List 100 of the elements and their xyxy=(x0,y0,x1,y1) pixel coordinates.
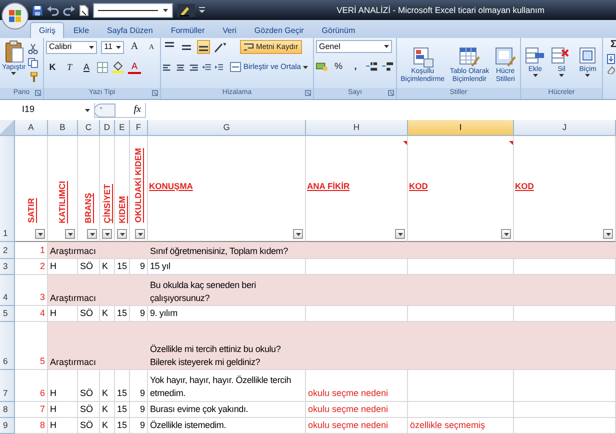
align-center-icon[interactable] xyxy=(176,62,185,72)
ribbon-tab[interactable]: Gözden Geçir xyxy=(245,22,313,38)
autosum-button[interactable]: Σ xyxy=(607,38,616,52)
font-name-field[interactable]: Calibri xyxy=(46,40,98,54)
filter-button[interactable] xyxy=(117,229,127,239)
column-header[interactable]: J xyxy=(514,120,616,136)
increase-indent-icon[interactable] xyxy=(214,62,224,72)
text-orientation-icon[interactable] xyxy=(214,42,228,52)
table-cell: 6 xyxy=(15,370,48,402)
bold-button[interactable]: K xyxy=(46,60,59,74)
caret-icon xyxy=(302,66,308,68)
align-right-icon[interactable] xyxy=(188,62,198,72)
document-icon[interactable] xyxy=(79,4,89,16)
table-cell: H xyxy=(48,418,78,434)
eraser-icon[interactable] xyxy=(607,66,615,74)
table-cell-text: Araştırmacı xyxy=(49,245,98,258)
ribbon-tab[interactable]: Giriş xyxy=(30,22,64,38)
caret-icon xyxy=(68,232,72,236)
column-heading: ANA FİKİR xyxy=(306,180,350,193)
caret-icon xyxy=(38,232,42,236)
row-header[interactable]: 8 xyxy=(0,402,15,418)
decrease-indent-icon[interactable] xyxy=(202,62,211,72)
filter-button[interactable] xyxy=(603,229,613,239)
filter-button[interactable] xyxy=(395,229,405,239)
fill-icon[interactable] xyxy=(607,54,615,64)
vertical-align-button[interactable] xyxy=(197,40,210,54)
column-header[interactable]: D xyxy=(100,120,115,136)
align-left-icon[interactable] xyxy=(163,62,172,72)
decrease-decimal-icon[interactable] xyxy=(382,60,394,72)
copy-icon[interactable] xyxy=(28,58,38,68)
caret-icon xyxy=(504,232,508,236)
ribbon-tab[interactable]: Görünüm xyxy=(312,22,364,38)
formula-input[interactable] xyxy=(145,102,616,118)
row-header[interactable]: 2 xyxy=(0,242,15,259)
filter-button[interactable] xyxy=(501,229,511,239)
currency-icon[interactable] xyxy=(316,60,328,72)
row-header[interactable]: 6 xyxy=(0,322,15,370)
grow-font-button[interactable]: A xyxy=(128,40,141,54)
table-cell: 2 xyxy=(15,259,48,275)
comment-indicator-icon xyxy=(403,140,407,145)
row-header[interactable]: 3 xyxy=(0,259,15,275)
increase-decimal-icon[interactable] xyxy=(366,60,378,72)
filter-button[interactable] xyxy=(293,229,303,239)
caret-icon xyxy=(296,232,300,236)
table-cell: okulu seçme nedeni xyxy=(306,418,408,434)
column-header[interactable]: E xyxy=(115,120,130,136)
caret-icon xyxy=(606,232,610,236)
table-cell: okulu seçme nedeni xyxy=(306,402,408,418)
column-header[interactable]: G xyxy=(148,120,306,136)
name-box[interactable]: I19 xyxy=(0,102,95,118)
undo-icon[interactable] xyxy=(47,4,59,16)
save-icon[interactable] xyxy=(32,4,43,16)
caret-icon xyxy=(532,74,538,78)
customize-icon[interactable] xyxy=(199,6,205,14)
ribbon-tab[interactable]: Ekle xyxy=(64,22,98,38)
column-header[interactable]: H xyxy=(306,120,408,136)
pen-icon[interactable] xyxy=(177,4,195,16)
filter-button[interactable] xyxy=(65,229,75,239)
filter-button[interactable] xyxy=(35,229,45,239)
column-header[interactable]: B xyxy=(48,120,78,136)
comment-indicator-icon xyxy=(509,140,513,145)
font-size-field[interactable]: 11 xyxy=(101,40,124,54)
ribbon-tab[interactable]: Veri xyxy=(214,22,246,38)
line-style-dropdown[interactable] xyxy=(93,2,173,18)
column-header[interactable]: A xyxy=(15,120,48,136)
number-format-field[interactable]: Genel xyxy=(316,40,392,53)
format-painter-icon[interactable] xyxy=(28,72,38,82)
row-header[interactable]: 5 xyxy=(0,306,15,322)
fill-color-icon[interactable] xyxy=(112,61,124,73)
font-color-button[interactable]: A xyxy=(128,60,141,74)
filter-button[interactable] xyxy=(102,229,112,239)
table-cell: K xyxy=(100,402,115,418)
cut-icon[interactable] xyxy=(28,44,38,54)
column-heading: KONUŞMA xyxy=(148,180,193,193)
filter-button[interactable] xyxy=(135,229,145,239)
caret-icon xyxy=(398,232,402,236)
column-header[interactable]: C xyxy=(78,120,100,136)
table-cell: 7 xyxy=(15,402,48,418)
comma-button[interactable]: , xyxy=(349,59,362,73)
insert-function-button[interactable]: fx xyxy=(117,105,145,115)
row-header[interactable]: 7 xyxy=(0,370,15,402)
expand-handle-icon[interactable] xyxy=(95,102,117,118)
table-cell: H xyxy=(48,370,78,402)
percent-button[interactable]: % xyxy=(332,59,345,73)
italic-button[interactable]: T xyxy=(63,60,76,74)
row-header[interactable]: 9 xyxy=(0,418,15,434)
table-cell: Özellikle istemedim. xyxy=(148,418,306,434)
column-header[interactable]: I xyxy=(408,120,514,136)
column-heading: KOD xyxy=(514,180,534,193)
column-heading: SATIR xyxy=(24,198,37,223)
column-header[interactable]: F xyxy=(130,120,148,136)
column-heading: ÇİNSİYET xyxy=(100,184,113,223)
row-header[interactable]: 4 xyxy=(0,275,15,306)
table-cell: Burası evime çok yakındı. xyxy=(148,402,306,418)
ribbon-tab[interactable]: Formüller xyxy=(162,22,214,38)
filter-button[interactable] xyxy=(87,229,97,239)
redo-icon[interactable] xyxy=(63,4,75,16)
underline-button[interactable]: A xyxy=(80,60,93,74)
row-header[interactable]: 1 xyxy=(0,136,15,242)
ribbon-tab[interactable]: Sayfa Düzen xyxy=(98,22,162,38)
